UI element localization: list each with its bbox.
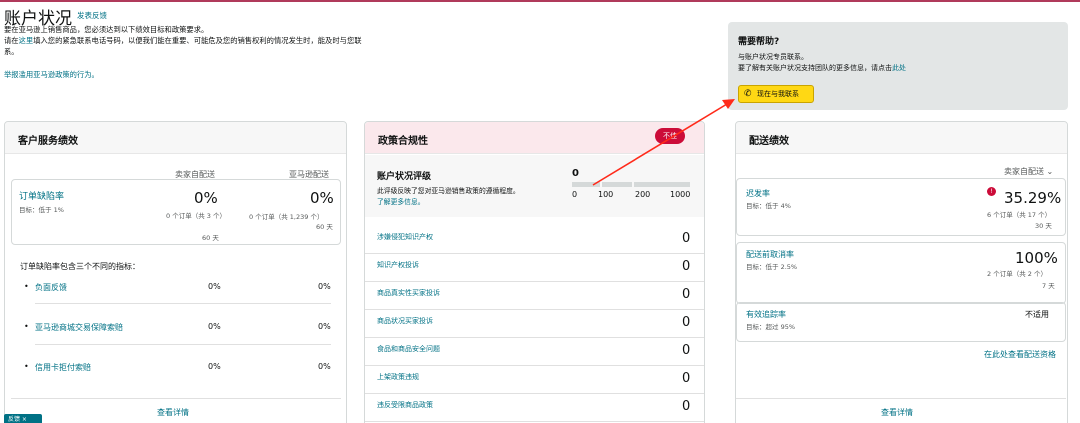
annotation-arrow — [592, 99, 735, 186]
annotation-arrow-head — [722, 99, 735, 109]
annotation-arrow-line — [592, 103, 728, 186]
feedback-chip[interactable]: 反馈 × — [4, 414, 42, 423]
